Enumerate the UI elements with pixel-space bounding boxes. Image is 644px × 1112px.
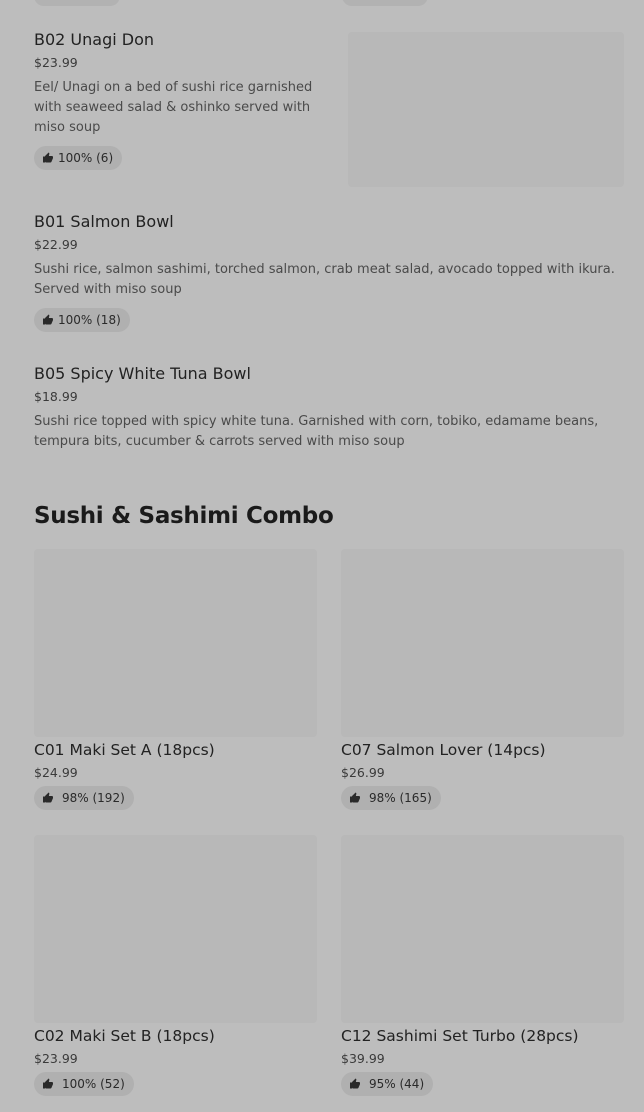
combo-card-price: $23.99: [34, 1051, 78, 1066]
menu-item-salmon-bowl[interactable]: B01 Salmon Bowl $22.99 Sushi rice, salmo…: [34, 212, 624, 300]
thumbs-up-icon: [43, 1078, 53, 1089]
menu-item-spicy-white-tuna-bowl[interactable]: B05 Spicy White Tuna Bowl $18.99 Sushi r…: [34, 364, 624, 452]
rating-pill: 98% (192): [34, 786, 134, 810]
rating-pill: 100% (6): [34, 146, 123, 170]
item-description: Sushi rice topped with spicy white tuna.…: [34, 414, 599, 449]
rating-pill-cut-off: [342, 0, 428, 6]
combo-card-image[interactable]: [341, 835, 624, 1023]
thumbs-up-icon: [43, 792, 53, 803]
rating-pill: 98% (165): [341, 786, 441, 810]
thumbs-up-icon: [350, 792, 360, 803]
section-title: Sushi & Sashimi Combo: [34, 503, 334, 529]
rating-text: 100% (6): [58, 151, 114, 165]
combo-card-image[interactable]: [34, 549, 317, 737]
rating-pill: 95% (44): [341, 1072, 434, 1096]
combo-card-name[interactable]: C01 Maki Set A (18pcs): [34, 740, 215, 760]
rating-pill: 100% (52): [34, 1072, 134, 1096]
item-name: B01 Salmon Bowl: [34, 212, 174, 231]
rating-text: 100% (18): [58, 313, 121, 327]
item-description: Sushi rice, salmon sashimi, torched salm…: [34, 262, 615, 297]
menu-page: B02 Unagi Don $23.99 Eel/ Unagi on a bed…: [0, 0, 644, 1112]
rating-text: 98% (165): [369, 791, 432, 805]
combo-card-price: $24.99: [34, 765, 78, 780]
rating-text: 98% (192): [62, 791, 125, 805]
rating-pill: 100% (18): [34, 308, 130, 332]
thumbs-up-icon: [43, 314, 53, 325]
item-price: $18.99: [34, 389, 78, 404]
combo-card-image[interactable]: [34, 835, 317, 1023]
menu-item-unagi-don[interactable]: B02 Unagi Don $23.99 Eel/ Unagi on a bed…: [34, 30, 338, 138]
combo-card-name[interactable]: C07 Salmon Lover (14pcs): [341, 740, 546, 760]
item-price: $23.99: [34, 55, 78, 70]
thumbs-up-icon: [43, 152, 53, 163]
item-description: Eel/ Unagi on a bed of sushi rice garnis…: [34, 80, 313, 135]
combo-card-image[interactable]: [341, 549, 624, 737]
rating-text: 100% (52): [62, 1077, 125, 1091]
combo-card-name[interactable]: C02 Maki Set B (18pcs): [34, 1026, 215, 1046]
item-name: B05 Spicy White Tuna Bowl: [34, 364, 251, 383]
rating-text: 95% (44): [369, 1077, 425, 1091]
item-image-placeholder: [348, 32, 624, 187]
item-price: $22.99: [34, 237, 78, 252]
item-name: B02 Unagi Don: [34, 30, 155, 49]
combo-card-price: $39.99: [341, 1051, 385, 1066]
combo-card-name[interactable]: C12 Sashimi Set Turbo (28pcs): [341, 1026, 579, 1046]
thumbs-up-icon: [350, 1078, 360, 1089]
combo-card-price: $26.99: [341, 765, 385, 780]
rating-pill-cut-off: [34, 0, 120, 6]
